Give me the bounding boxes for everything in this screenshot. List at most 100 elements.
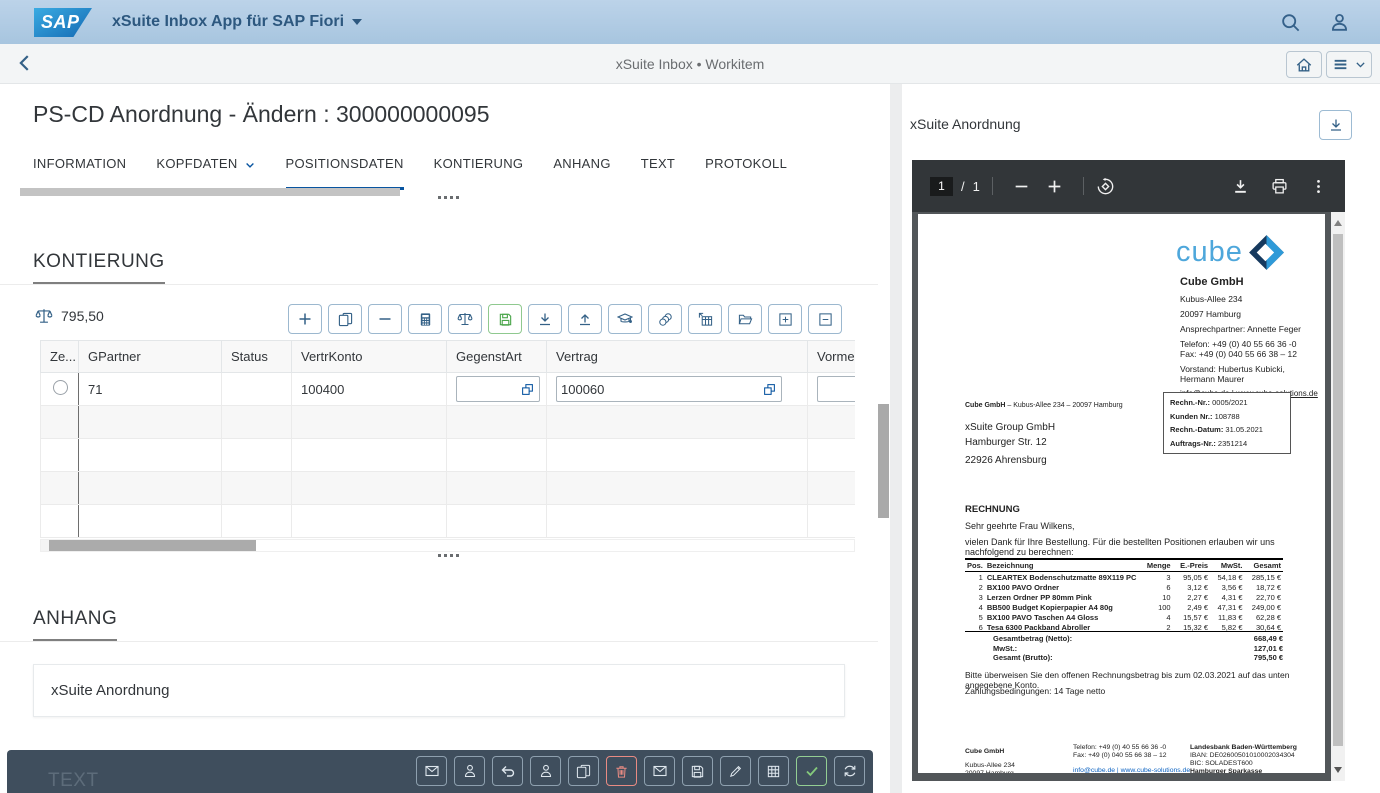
attachment-download-button[interactable]: [1319, 110, 1352, 140]
tab-positionsdaten[interactable]: POSITIONSDATEN: [286, 156, 404, 190]
tab-protokoll[interactable]: PROTOKOLL: [705, 156, 787, 190]
splitter-grip[interactable]: [438, 196, 459, 199]
save-button[interactable]: [682, 756, 713, 786]
shell-header: SAP xSuite Inbox App für SAP Fiori: [0, 0, 1380, 44]
delete-button[interactable]: [606, 756, 637, 786]
zoom-in-button[interactable]: [1046, 178, 1063, 195]
collapse-all-button[interactable]: [808, 304, 842, 334]
col-header-vertrag[interactable]: Vertrag: [547, 341, 808, 373]
pdf-page-input[interactable]: 1: [930, 177, 953, 196]
application-window: SAP xSuite Inbox App für SAP Fiori xSuit…: [0, 0, 1380, 793]
copy-table-button[interactable]: [688, 304, 722, 334]
invoice-item-row: 2BX100 PAVO Ordner63,12 €3,56 €18,72 €: [965, 582, 1283, 592]
balance-scale-icon: [35, 307, 53, 325]
pdf-scrollbar-thumb[interactable]: [1333, 234, 1343, 746]
approve-button[interactable]: [796, 756, 827, 786]
col-header-gpartner[interactable]: GPartner: [79, 341, 222, 373]
cube-logo-icon: [1248, 234, 1285, 271]
splitter-grip[interactable]: [438, 554, 459, 557]
vormerk-input[interactable]: [817, 376, 855, 402]
open-folder-button[interactable]: [728, 304, 762, 334]
meta-label: Auftrags-Nr.:: [1170, 439, 1216, 448]
balance-indicator: 795,50: [35, 307, 104, 325]
tab-information[interactable]: INFORMATION: [33, 156, 126, 190]
tab-kontierung[interactable]: KONTIERUNG: [434, 156, 524, 190]
invoice-company-street: Kubus-Allee 234: [1180, 294, 1242, 304]
graduation-cap-button[interactable]: [608, 304, 642, 334]
col-header-vertrkonto[interactable]: VertrKonto: [292, 341, 447, 373]
zoom-out-button[interactable]: [1013, 178, 1030, 195]
attachment-item[interactable]: xSuite Anordnung: [33, 664, 845, 717]
scroll-down-arrow[interactable]: [1334, 767, 1342, 773]
envelope-button-2[interactable]: [644, 756, 675, 786]
copy-button[interactable]: [568, 756, 599, 786]
invoice-meta-box: Rechn.-Nr.: 0005/2021 Kunden Nr.: 108788…: [1163, 392, 1291, 454]
calculator-button[interactable]: [408, 304, 442, 334]
app-title-menu[interactable]: xSuite Inbox App für SAP Fiori: [112, 0, 362, 44]
add-row-button[interactable]: [288, 304, 322, 334]
user-icon[interactable]: [1329, 12, 1350, 33]
horizontal-scrollbar-thumb[interactable]: [20, 188, 400, 196]
recipient-name: xSuite Group GmbH: [965, 422, 1055, 433]
invoice-footer-links[interactable]: info@cube.de | www.cube-solutions.de: [1073, 767, 1190, 773]
expand-all-button[interactable]: [768, 304, 802, 334]
cube-logo-text: cube: [1176, 236, 1243, 269]
refresh-button[interactable]: [834, 756, 865, 786]
tab-kopfdaten[interactable]: KOPFDATEN: [156, 156, 255, 190]
tab-strip: INFORMATION KOPFDATEN POSITIONSDATEN KON…: [33, 156, 787, 190]
remove-row-button[interactable]: [368, 304, 402, 334]
col-header-gegenstart[interactable]: GegenstArt: [447, 341, 547, 373]
invoice-intro: vielen Dank für Ihre Bestellung. Für die…: [965, 537, 1325, 557]
hamburger-icon: [1332, 56, 1349, 73]
scroll-up-arrow[interactable]: [1334, 220, 1342, 226]
value-help-icon[interactable]: [521, 383, 534, 396]
meta-label: Rechn.-Nr.:: [1170, 398, 1210, 407]
substitute-user-button[interactable]: [530, 756, 561, 786]
sap-logo[interactable]: SAP: [34, 8, 92, 37]
footer-action-bar: TEXT: [7, 750, 873, 793]
gegenstart-input[interactable]: [456, 376, 540, 402]
table-view-button[interactable]: [758, 756, 789, 786]
col-header-status[interactable]: Status: [222, 341, 292, 373]
tab-anhang[interactable]: ANHANG: [553, 156, 610, 190]
col-header-zeile[interactable]: Ze...: [41, 341, 79, 373]
more-options-button[interactable]: [1310, 178, 1327, 195]
download-button[interactable]: [528, 304, 562, 334]
table-row: 71 100400 100060: [41, 373, 856, 406]
copy-row-button[interactable]: [328, 304, 362, 334]
table-scrollbar-thumb[interactable]: [49, 540, 256, 551]
footer-toolbar: [416, 756, 865, 786]
invoice-item-row: 5BX100 PAVO Taschen A4 Gloss415,57 €11,8…: [965, 612, 1283, 622]
edit-button[interactable]: [720, 756, 751, 786]
preview-title: xSuite Anordnung: [910, 116, 1021, 132]
kontierung-section-title: KONTIERUNG: [33, 251, 165, 284]
pdf-download-button[interactable]: [1232, 178, 1249, 195]
col-header-vormerk[interactable]: Vormerk: [808, 341, 856, 373]
balance-check-button[interactable]: [448, 304, 482, 334]
pdf-page-total: 1: [973, 179, 980, 194]
attachment-title: xSuite Anordnung: [51, 682, 169, 699]
app-title-caret-icon: [352, 19, 362, 25]
tab-text[interactable]: TEXT: [641, 156, 675, 190]
upload-button[interactable]: [568, 304, 602, 334]
undo-button[interactable]: [492, 756, 523, 786]
text-section-title: TEXT: [48, 770, 99, 792]
row-select-radio[interactable]: [53, 380, 68, 395]
rotate-button[interactable]: [1096, 177, 1115, 196]
assign-user-button[interactable]: [454, 756, 485, 786]
refresh-icon: [842, 763, 858, 779]
vertrag-input[interactable]: 100060: [556, 376, 782, 402]
panel-splitter[interactable]: [890, 84, 902, 793]
home-button[interactable]: [1286, 51, 1322, 78]
search-icon[interactable]: [1280, 12, 1301, 33]
invoice-item-row: 1CLEARTEX Bodenschutzmatte 89X119 PC395,…: [965, 572, 1283, 583]
save-button[interactable]: [488, 304, 522, 334]
coins-button[interactable]: [648, 304, 682, 334]
invoice-terms: Zahlungsbedingungen: 14 Tage netto: [965, 686, 1105, 696]
overflow-menu-button[interactable]: [1326, 51, 1372, 78]
envelope-button[interactable]: [416, 756, 447, 786]
invoice-footer-col2: Telefon: +49 (0) 40 55 66 36 -0 Fax: +49…: [1073, 744, 1190, 773]
print-button[interactable]: [1271, 178, 1288, 195]
left-panel-scrollbar-thumb[interactable]: [878, 404, 889, 518]
value-help-icon[interactable]: [763, 383, 776, 396]
